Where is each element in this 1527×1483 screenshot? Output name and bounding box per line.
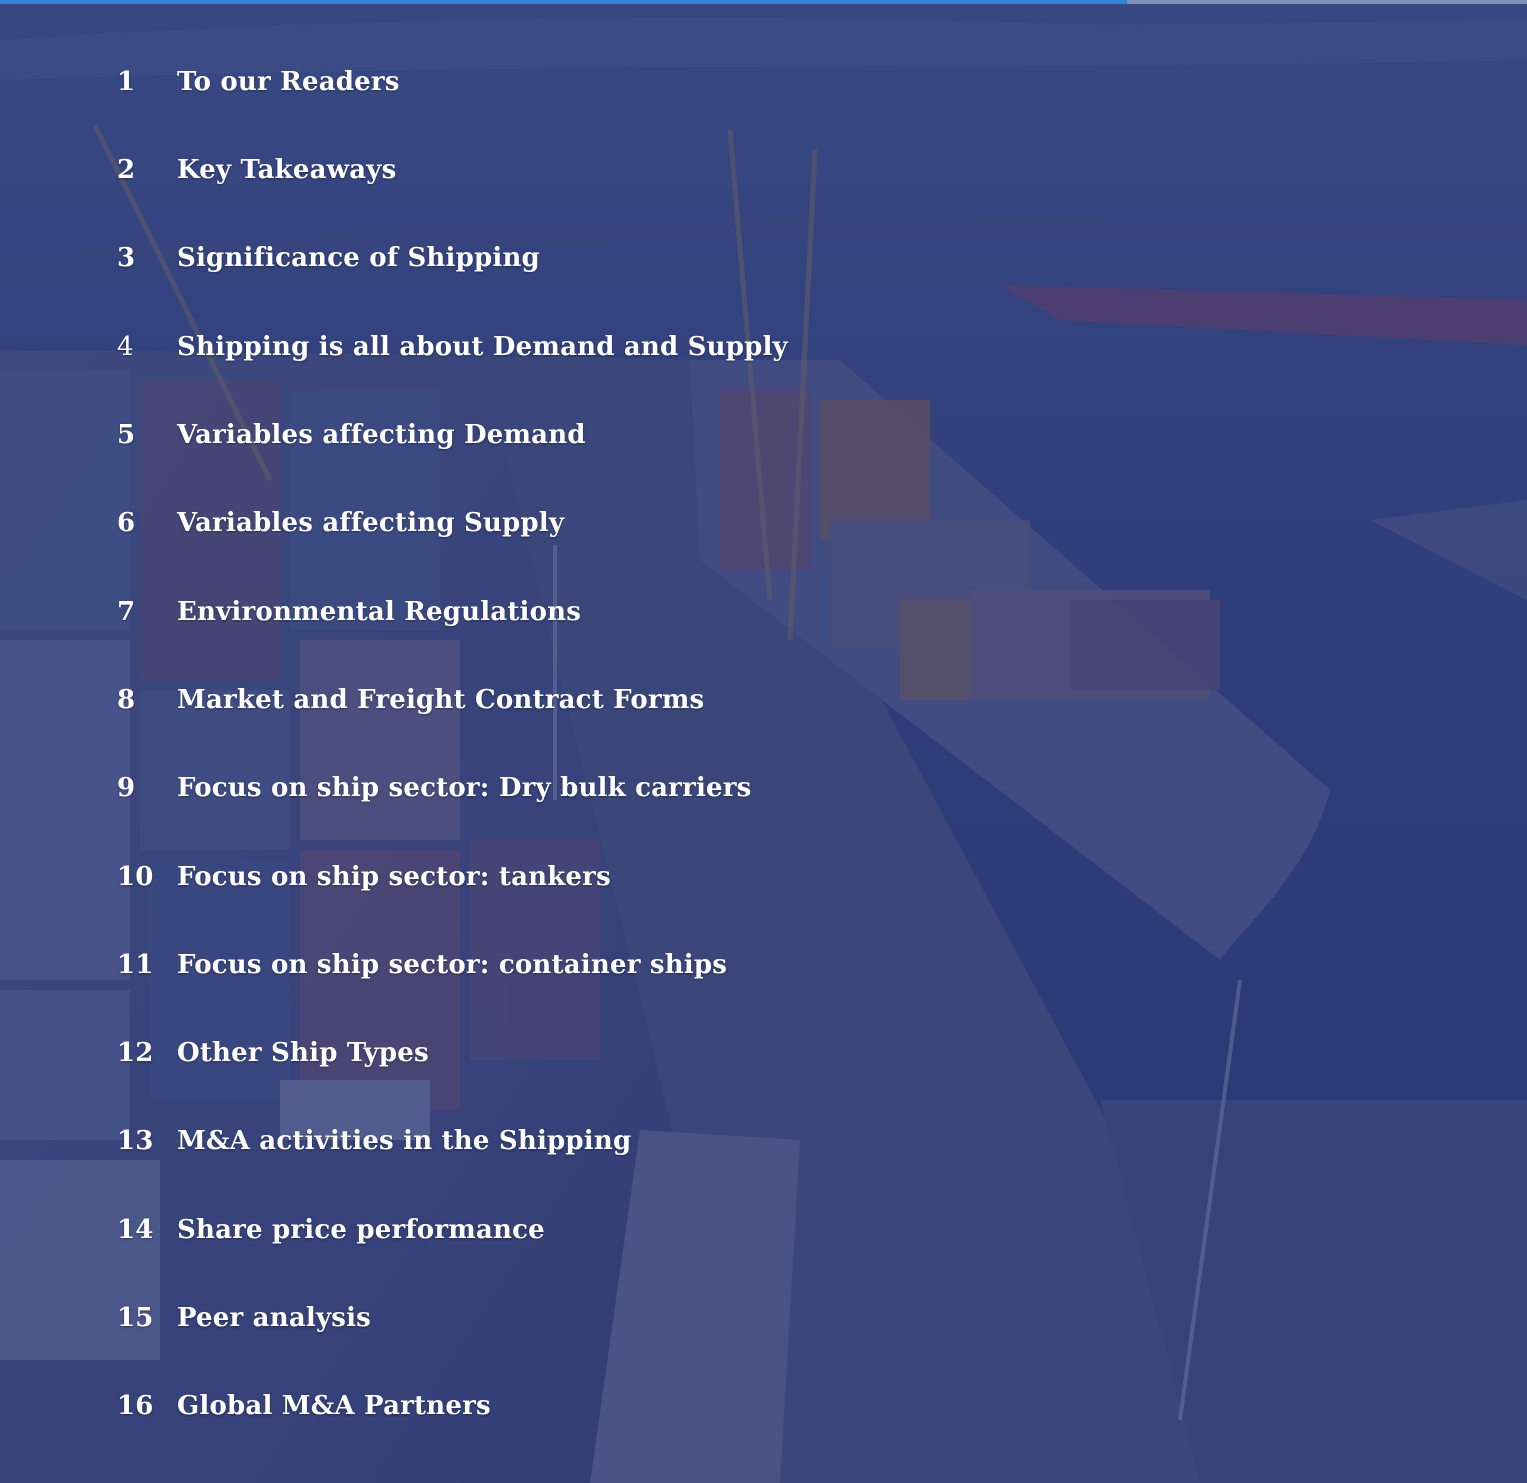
toc-item-14[interactable]: 14 Share price performance [117, 1210, 545, 1250]
toc-number: 10 [117, 862, 154, 892]
toc-item-15[interactable]: 15 Peer analysis [117, 1298, 371, 1338]
toc-title: Focus on ship sector: Dry bulk carriers [177, 773, 752, 803]
table-of-contents: 1 To our Readers 2 Key Takeaways 3 Signi… [0, 0, 1527, 1483]
toc-title: Global M&A Partners [177, 1391, 491, 1421]
toc-title: M&A activities in the Shipping [177, 1126, 632, 1156]
toc-item-9[interactable]: 9 Focus on ship sector: Dry bulk carrier… [117, 768, 752, 808]
toc-item-10[interactable]: 10 Focus on ship sector: tankers [117, 857, 611, 897]
toc-number: 16 [117, 1391, 154, 1421]
toc-number: 4 [117, 332, 134, 362]
toc-title: Key Takeaways [177, 155, 397, 185]
toc-number: 14 [117, 1215, 154, 1245]
toc-number: 15 [117, 1303, 154, 1333]
toc-item-6[interactable]: 6 Variables affecting Supply [117, 503, 564, 543]
toc-item-7[interactable]: 7 Environmental Regulations [117, 592, 581, 632]
toc-item-1[interactable]: 1 To our Readers [117, 62, 400, 102]
toc-title: Share price performance [177, 1215, 545, 1245]
toc-number: 6 [117, 508, 136, 538]
toc-item-12[interactable]: 12 Other Ship Types [117, 1033, 429, 1073]
toc-item-3[interactable]: 3 Significance of Shipping [117, 238, 540, 278]
toc-item-5[interactable]: 5 Variables affecting Demand [117, 415, 586, 455]
toc-title: Market and Freight Contract Forms [177, 685, 705, 715]
toc-number: 2 [117, 155, 136, 185]
contents-page: 1 To our Readers 2 Key Takeaways 3 Signi… [0, 0, 1527, 1483]
toc-title: Peer analysis [177, 1303, 372, 1333]
toc-title: Variables affecting Demand [177, 420, 586, 450]
toc-number: 13 [117, 1126, 154, 1156]
toc-title: To our Readers [177, 67, 400, 97]
toc-item-13[interactable]: 13 M&A activities in the Shipping [117, 1121, 631, 1161]
toc-number: 1 [117, 67, 136, 97]
toc-title: Variables affecting Supply [177, 508, 565, 538]
toc-item-11[interactable]: 11 Focus on ship sector: container ships [117, 945, 727, 985]
toc-title: Focus on ship sector: container ships [177, 950, 728, 980]
toc-title: Significance of Shipping [177, 243, 540, 273]
toc-item-2[interactable]: 2 Key Takeaways [117, 150, 396, 190]
toc-title: Shipping is all about Demand and Supply [177, 332, 788, 362]
toc-number: 9 [117, 773, 136, 803]
toc-item-4[interactable]: 4 Shipping is all about Demand and Suppl… [117, 327, 788, 367]
toc-title: Environmental Regulations [177, 597, 582, 627]
toc-number: 3 [117, 243, 136, 273]
toc-title: Focus on ship sector: tankers [177, 862, 611, 892]
toc-number: 7 [117, 597, 136, 627]
toc-number: 11 [117, 950, 154, 980]
toc-number: 5 [117, 420, 136, 450]
toc-item-16[interactable]: 16 Global M&A Partners [117, 1386, 491, 1426]
toc-number: 8 [117, 685, 136, 715]
toc-item-8[interactable]: 8 Market and Freight Contract Forms [117, 680, 704, 720]
toc-title: Other Ship Types [177, 1038, 429, 1068]
toc-number: 12 [117, 1038, 154, 1068]
